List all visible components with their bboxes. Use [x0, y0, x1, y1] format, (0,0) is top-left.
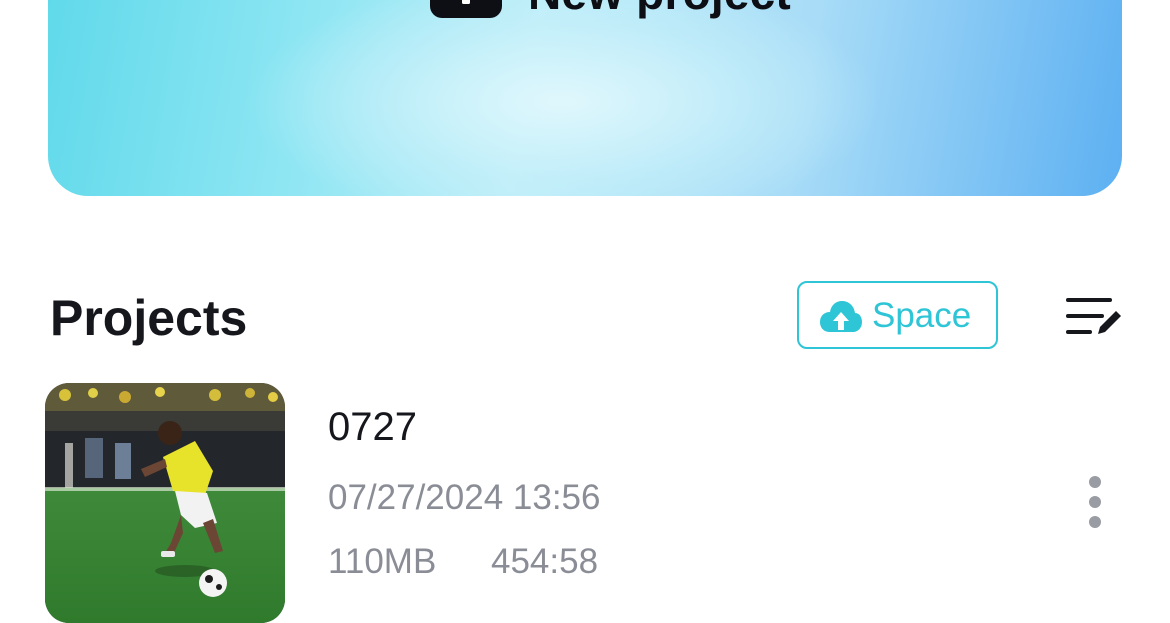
- project-date: 07/27/2024 13:56: [328, 478, 601, 517]
- new-project-label: New project: [528, 0, 791, 20]
- cloud-upload-icon: [820, 301, 862, 332]
- new-project-button[interactable]: New project: [48, 0, 1122, 196]
- more-vertical-icon-dot: [1089, 496, 1101, 508]
- project-thumbnail[interactable]: [45, 383, 285, 623]
- projects-title: Projects: [50, 290, 248, 346]
- sort-edit-button[interactable]: [1062, 294, 1124, 340]
- more-vertical-icon-dot: [1089, 516, 1101, 528]
- space-button[interactable]: Space: [797, 281, 998, 349]
- project-list-item[interactable]: 0727 07/27/2024 13:56 110MB 454:58: [0, 380, 1170, 623]
- project-name: 0727: [328, 405, 417, 449]
- plus-square-icon: [430, 0, 502, 18]
- more-options-button[interactable]: [1078, 476, 1112, 530]
- sort-edit-icon: [1066, 298, 1121, 334]
- project-size: 110MB: [328, 542, 437, 581]
- video-thumbnail: [45, 383, 285, 623]
- more-vertical-icon: [1089, 476, 1101, 488]
- project-duration: 454:58: [491, 542, 599, 581]
- space-button-label: Space: [872, 296, 972, 335]
